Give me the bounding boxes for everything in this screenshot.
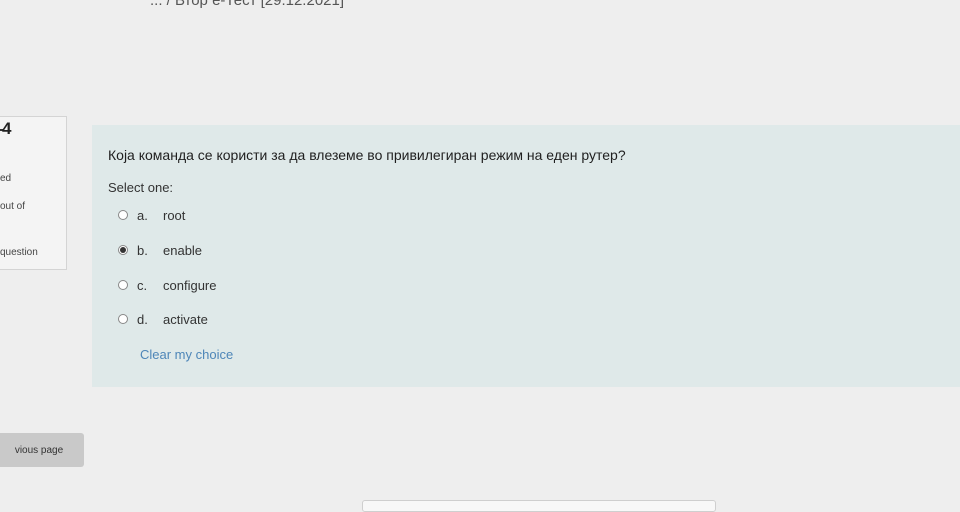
- option-c[interactable]: c. configure: [118, 275, 216, 295]
- option-letter: b.: [137, 242, 148, 258]
- breadcrumb[interactable]: ... / Втор е-Тест [29.12.2021]: [150, 0, 344, 9]
- clear-choice-link[interactable]: Clear my choice: [140, 347, 233, 362]
- flag-question-link[interactable]: question: [0, 247, 38, 258]
- radio-button[interactable]: [118, 210, 128, 220]
- select-one-prompt: Select one:: [108, 180, 174, 195]
- option-d[interactable]: d. activate: [118, 309, 208, 329]
- option-letter: c.: [137, 277, 148, 293]
- option-label: enable: [163, 242, 203, 258]
- option-b[interactable]: b. enable: [118, 240, 202, 260]
- question-marks: out of: [0, 201, 26, 212]
- radio-button-selected[interactable]: [118, 245, 128, 255]
- radio-button[interactable]: [118, 280, 128, 290]
- option-letter: d.: [137, 311, 148, 327]
- question-number: 4: [2, 119, 12, 138]
- question-content: Која команда се користи за да влеземе во…: [92, 125, 960, 387]
- previous-page-button[interactable]: vious page: [0, 433, 84, 467]
- option-a[interactable]: a. root: [118, 205, 185, 225]
- question-text: Која команда се користи за да влеземе во…: [108, 147, 626, 163]
- option-label: root: [163, 207, 186, 223]
- radio-button[interactable]: [118, 314, 128, 324]
- quiz-navigation-bar[interactable]: [362, 500, 716, 512]
- question-status: ed: [0, 173, 12, 184]
- option-letter: a.: [137, 207, 148, 223]
- question-info-panel: 4 ed out of question: [0, 116, 67, 270]
- option-label: activate: [163, 311, 208, 327]
- option-label: configure: [163, 277, 217, 293]
